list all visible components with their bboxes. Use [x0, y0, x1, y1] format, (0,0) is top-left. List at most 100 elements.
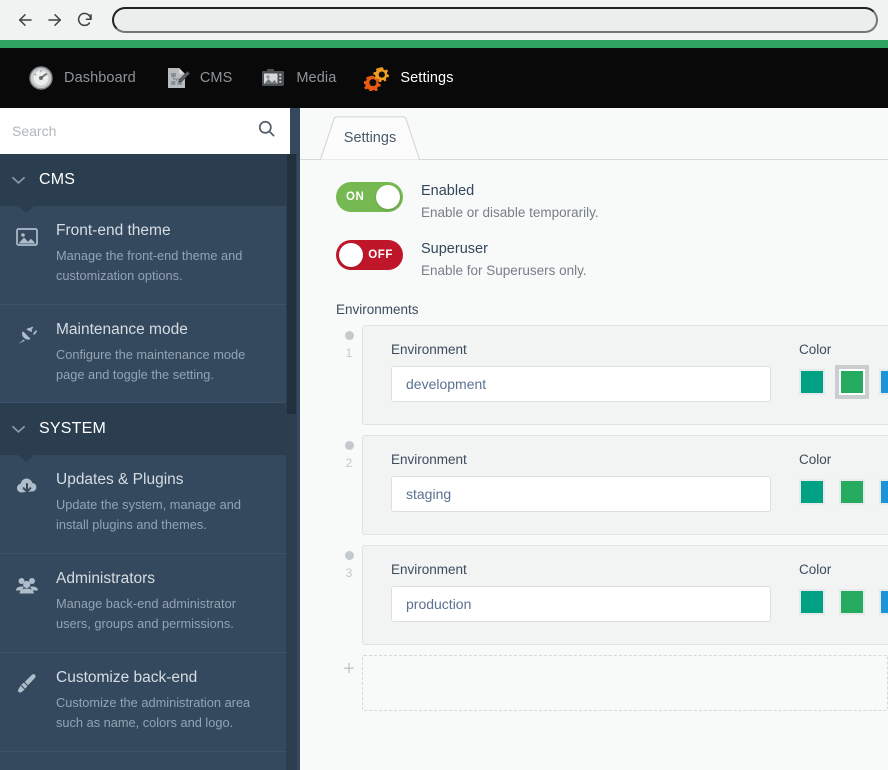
topnav-label: Settings — [400, 70, 454, 86]
search-input[interactable] — [12, 123, 257, 139]
main-content: Settings ON Enabled Enable or disable te… — [300, 108, 888, 770]
superuser-label: Superuser — [421, 241, 488, 257]
sidebar-item-desc: Configure the maintenance mode page and … — [56, 346, 246, 382]
repeater-drop-zone[interactable] — [362, 655, 888, 711]
enabled-toggle-state: ON — [346, 191, 365, 203]
repeater-add-row[interactable]: + — [336, 655, 888, 711]
toggle-knob — [339, 243, 363, 267]
repeater-index: 1 — [345, 346, 353, 360]
color-field-label: Color — [799, 452, 832, 467]
arrow-left-icon — [16, 11, 34, 29]
topnav-label: CMS — [199, 70, 233, 86]
color-swatch-teal[interactable] — [799, 589, 825, 615]
color-swatch-green[interactable] — [839, 589, 865, 615]
plus-icon[interactable]: + — [336, 655, 362, 679]
sidebar-item-body: Administrators Manage back-end administr… — [56, 570, 264, 634]
browser-toolbar — [0, 0, 888, 40]
enabled-toggle[interactable]: ON — [336, 182, 403, 212]
repeater-panel: Environment Color — [362, 545, 888, 645]
environment-field-label: Environment — [391, 342, 467, 357]
users-icon — [14, 570, 42, 598]
color-swatch-blue[interactable] — [879, 479, 888, 505]
sidebar-item-front-end-theme[interactable]: Front-end theme Manage the front-end the… — [0, 206, 290, 305]
sidebar-group-label: CMS — [39, 171, 76, 188]
accent-strip — [0, 40, 888, 48]
sidebar-item-body: Front-end theme Manage the front-end the… — [56, 222, 264, 286]
color-swatch-blue[interactable] — [879, 369, 888, 395]
sidebar-scrollbar-thumb[interactable] — [287, 154, 296, 414]
environment-input[interactable] — [391, 366, 771, 402]
sidebar-item-desc: Manage back-end administrator users, gro… — [56, 596, 236, 631]
color-swatch-blue[interactable] — [879, 589, 888, 615]
forward-button[interactable] — [40, 5, 70, 35]
sidebar-item-title: Updates & Plugins — [56, 471, 184, 489]
sidebar-item-customize-back-end[interactable]: Customize back-end Customize the adminis… — [0, 652, 290, 752]
search-icon[interactable] — [257, 119, 276, 143]
sidebar-item-title: Front-end theme — [56, 222, 171, 239]
sidebar-item-body: Customize back-end Customize the adminis… — [56, 669, 264, 733]
sidebar-group-cms[interactable]: CMS — [0, 154, 290, 213]
url-bar[interactable] — [112, 7, 878, 33]
color-swatch-teal[interactable] — [799, 369, 825, 395]
repeater-drag-handle[interactable]: 2 — [336, 435, 362, 470]
setting-enabled: ON Enabled Enable or disable temporarily… — [336, 182, 888, 220]
topnav-item-dashboard[interactable]: Dashboard — [14, 48, 150, 108]
repeater-drag-handle[interactable]: 1 — [336, 325, 362, 360]
repeater-item: 3 Environment Color — [336, 545, 888, 645]
sidebar-item-body: Updates & Plugins Update the system, man… — [56, 471, 264, 535]
color-swatch-green[interactable] — [839, 479, 865, 505]
environment-field-label: Environment — [391, 452, 467, 467]
color-swatch-green[interactable] — [835, 365, 869, 399]
sidebar-item-maintenance-mode[interactable]: Maintenance mode Configure the maintenan… — [0, 304, 290, 404]
toggle-knob — [376, 185, 400, 209]
setting-superuser: OFF Superuser Enable for Superusers only… — [336, 240, 888, 278]
superuser-toggle[interactable]: OFF — [336, 240, 403, 270]
tab-label: Settings — [343, 130, 397, 146]
sidebar-item-desc: Customize the administration area such a… — [56, 694, 251, 730]
environment-field: Environment — [391, 562, 771, 622]
color-swatch-group — [799, 476, 888, 505]
sidebar-item-title: Administrators — [56, 570, 156, 588]
topnav-item-settings[interactable]: Settings — [350, 48, 467, 108]
color-field-label: Color — [799, 342, 832, 357]
gears-icon — [363, 65, 390, 93]
superuser-text: Superuser Enable for Superusers only. — [421, 240, 587, 278]
color-swatch-group — [799, 365, 888, 399]
enabled-label: Enabled — [421, 183, 475, 199]
back-button[interactable] — [10, 5, 40, 35]
chevron-down-icon — [12, 174, 25, 187]
sidebar-item-body: Maintenance mode Configure the maintenan… — [56, 321, 264, 385]
topnav-item-cms[interactable]: CMS — [150, 48, 247, 108]
topnav-item-media[interactable]: Media — [246, 48, 350, 108]
sidebar-scrollbar[interactable] — [286, 154, 297, 770]
environment-field: Environment — [391, 342, 771, 402]
enabled-desc: Enable or disable temporarily. — [421, 205, 599, 220]
color-field: Color — [799, 562, 888, 622]
image-icon — [14, 222, 42, 250]
sidebar-item-desc: Manage the front-end theme and customiza… — [56, 248, 243, 283]
topnav-label: Dashboard — [64, 70, 136, 86]
color-swatch-teal[interactable] — [799, 479, 825, 505]
tab-settings[interactable]: Settings — [320, 116, 420, 160]
tab-strip: Settings — [300, 116, 888, 160]
repeater-index: 3 — [345, 566, 353, 580]
sidebar-item-administrators[interactable]: Administrators Manage back-end administr… — [0, 554, 290, 653]
sidebar-item-desc: Update the system, manage and install pl… — [56, 497, 241, 533]
color-field: Color — [799, 342, 888, 402]
sidebar-item-title: Maintenance mode — [56, 320, 188, 338]
plug-icon — [14, 321, 42, 349]
environments-section-label: Environments — [336, 302, 419, 317]
image-camera-icon — [260, 65, 286, 91]
sidebar-item-updates-plugins[interactable]: Updates & Plugins Update the system, man… — [0, 455, 290, 555]
environment-field-label: Environment — [391, 562, 467, 577]
sidebar-group-system[interactable]: SYSTEM — [0, 403, 290, 463]
sidebar-search[interactable] — [0, 108, 290, 154]
sidebar-scroll-area: CMS Front-end theme Manage the front-end… — [0, 154, 290, 752]
repeater-drag-handle[interactable]: 3 — [336, 545, 362, 580]
environment-input[interactable] — [391, 586, 771, 622]
reload-button[interactable] — [70, 5, 100, 35]
drag-dot-icon — [344, 331, 354, 340]
environment-input[interactable] — [391, 476, 771, 512]
sidebar-item-title: Customize back-end — [56, 668, 198, 686]
drag-dot-icon — [344, 551, 354, 560]
